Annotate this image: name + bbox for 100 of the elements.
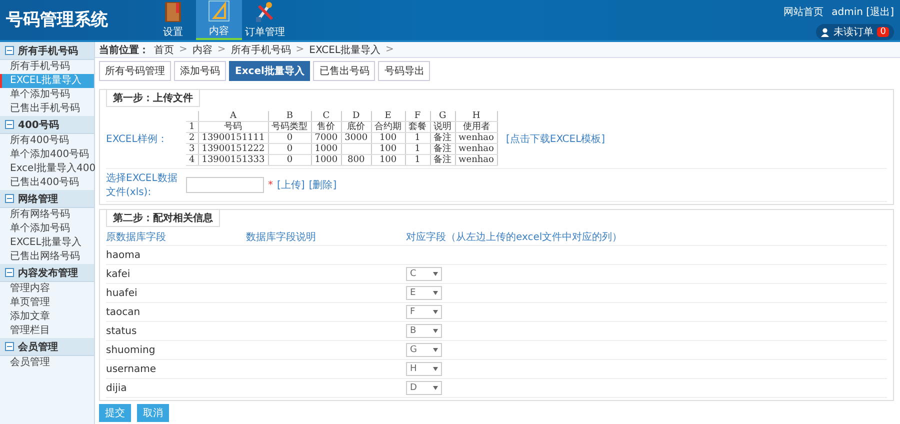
column-select[interactable]: F [406,305,442,319]
table-cell: 号码类型 [268,122,312,132]
table-cell: 套餐 [405,122,430,132]
sidebar-item[interactable]: 已售出400号码 [0,176,94,190]
field-name: huafei [106,288,138,298]
sidebar-item[interactable]: 所有手机号码 [0,60,94,74]
sidebar-item[interactable]: 会员管理 [0,356,94,370]
table-cell: wenhao [455,132,498,144]
action-link[interactable]: [删除] [308,178,337,192]
table-cell: 100 [371,132,406,144]
field-name: username [106,364,157,374]
breadcrumb-link[interactable]: EXCEL批量导入 [309,42,380,56]
file-input-field[interactable] [186,177,264,193]
column-letter: D [341,111,372,122]
table-cell: 0 [268,132,312,144]
group-title: 会员管理 [18,340,58,354]
header-link[interactable]: 网站首页 [784,5,824,19]
nav-tab[interactable]: 订单管理 [242,0,288,40]
sidebar-group[interactable]: 400号码 [0,116,94,134]
group-title: 所有手机号码 [18,44,78,58]
table-cell: 备注 [430,132,456,144]
sidebar-item[interactable]: 所有网络号码 [0,208,94,222]
table-cell: 13900151222 [198,144,268,154]
table-cell: 1 [405,154,430,166]
list-icon [5,342,14,351]
table-cell: 800 [341,154,372,166]
orders-label: 未读订单 [833,26,874,39]
sidebar-item[interactable]: Excel批量导入400 [0,162,94,176]
field-label: EXCEL样例： [106,132,168,146]
header-link[interactable]: admin [退出] [832,5,894,19]
table-cell: 7000 [311,132,342,144]
table-cell: 备注 [430,154,456,166]
column-select[interactable]: B [406,324,442,338]
download-link[interactable]: [点击下载EXCEL模板] [506,132,606,146]
tab[interactable]: 已售出号码 [313,61,376,81]
tab[interactable]: 号码导出 [378,61,430,81]
table-cell: 号码 [198,122,268,132]
sidebar-group[interactable]: 内容发布管理 [0,264,94,282]
table-cell: 底价 [341,122,372,132]
table-cell: 100 [371,154,406,166]
required-mark: * [268,180,273,190]
group-title: 400号码 [18,118,59,132]
sidebar-item[interactable]: 管理栏目 [0,324,94,338]
sidebar-item[interactable]: 已售出网络号码 [0,250,94,264]
column-select[interactable]: D [406,381,442,395]
tools-icon [254,1,276,23]
column-select[interactable]: C [406,267,442,281]
caret-icon [433,348,438,352]
caret-icon [433,367,438,371]
column-letter: G [430,111,456,122]
sidebar-item[interactable]: 单页管理 [0,296,94,310]
user-icon [821,28,830,36]
table-cell: 0 [268,144,312,154]
field-name: shuoming [106,344,156,356]
field-label: 选择EXCEL数据文件(xls): [106,172,178,199]
column-select[interactable]: G [406,343,442,357]
caret-icon [433,291,438,295]
field-name: kafei [106,268,132,280]
sidebar-group[interactable]: 网络管理 [0,190,94,208]
sidebar-group[interactable]: 会员管理 [0,338,94,356]
sidebar-item[interactable]: 已售出手机号码 [0,102,94,116]
ruler-icon [208,0,230,22]
caret-icon [433,386,438,390]
column-select[interactable]: H [406,362,442,376]
column-select[interactable]: E [406,286,442,300]
sidebar-item[interactable]: 单个添加号码 [0,222,94,236]
table-cell: 1 [405,144,430,154]
section-legend: 第二步：配对相关信息 [106,210,220,227]
book-icon [162,1,184,23]
row-number: 1 [186,122,198,132]
tab[interactable]: Excel批量导入 [229,61,310,81]
sidebar-item[interactable]: 管理内容 [0,282,94,296]
sidebar-item[interactable]: 单个添加号码 [0,88,94,102]
column-letter: C [311,111,342,122]
count-badge: 0 [877,27,889,37]
column-header: 原数据库字段 [106,230,167,244]
sidebar-group[interactable]: 所有手机号码 [0,42,94,60]
orders-button[interactable]: 未读订单 0 [816,24,894,40]
table-cell: 备注 [430,144,456,154]
group-title: 网络管理 [18,192,58,206]
nav-tab[interactable]: 设置 [150,0,196,40]
breadcrumb-separator: > [296,44,304,55]
tab[interactable]: 所有号码管理 [99,61,171,81]
table-cell: 3000 [341,132,372,144]
field-name: dijia [106,382,128,394]
sidebar-item[interactable]: 添加文章 [0,310,94,324]
column-letter: B [268,111,312,122]
sidebar-item[interactable]: 所有400号码 [0,134,94,148]
field-name: taocan [106,306,142,318]
action-link[interactable]: [上传] [277,178,305,192]
table-cell: 13900151333 [198,154,268,166]
breadcrumb-link[interactable]: 内容 [192,42,212,56]
tab[interactable]: 添加号码 [174,61,226,81]
nav-tab[interactable]: 内容 [196,0,242,40]
sidebar-item[interactable]: 单个添加400号码 [0,148,94,162]
table-cell: wenhao [455,154,498,166]
breadcrumb-link[interactable]: 首页 [154,42,174,56]
breadcrumb-link[interactable]: 所有手机号码 [230,42,291,56]
table-cell: 100 [371,144,406,154]
sidebar-item[interactable]: EXCEL批量导入 [0,236,94,250]
